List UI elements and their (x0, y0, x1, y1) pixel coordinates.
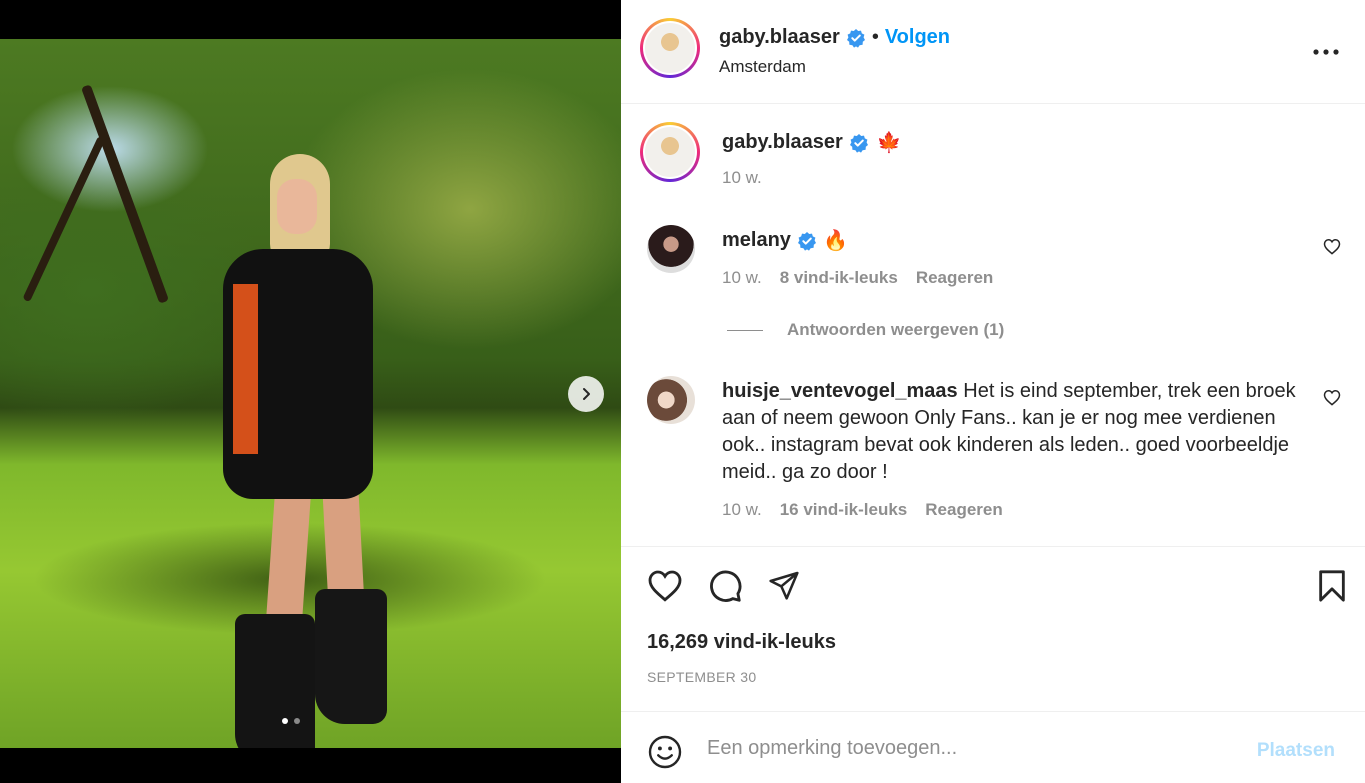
view-replies-button[interactable]: Antwoorden weergeven (1) (727, 320, 1004, 340)
comment-bubble-icon (710, 570, 742, 602)
carousel-next-button[interactable] (568, 376, 604, 412)
emoji-button[interactable] (647, 734, 683, 775)
caption-avatar[interactable] (640, 122, 700, 182)
author-username[interactable]: gaby.blaaser (719, 26, 840, 49)
caption-username[interactable]: gaby.blaaser (722, 131, 843, 154)
tree-branch (80, 84, 170, 304)
post-date[interactable]: SEPTEMBER 30 (647, 669, 756, 685)
more-horizontal-icon (1313, 49, 1339, 55)
tree-branch (22, 135, 106, 303)
view-replies-label: Antwoorden weergeven (1) (787, 320, 1005, 339)
caption-time[interactable]: 10 w. (722, 168, 762, 188)
comment-avatar[interactable] (647, 225, 695, 273)
photo-subject (215, 154, 387, 748)
paper-plane-icon (769, 571, 799, 600)
header-separator: • (871, 26, 879, 48)
share-button[interactable] (767, 569, 801, 606)
post-likes[interactable]: 16,269 vind-ik-leuks (647, 631, 836, 654)
comment-meta: 10 w. 16 vind-ik-leuks Reageren (722, 500, 1003, 520)
carousel-dot (294, 718, 300, 724)
post-location[interactable]: Amsterdam (719, 57, 806, 77)
heart-icon (1323, 238, 1341, 255)
verified-badge-icon (797, 231, 816, 251)
comment-likes[interactable]: 16 vind-ik-leuks (780, 500, 908, 520)
comment-button[interactable] (707, 568, 743, 609)
save-button[interactable] (1317, 569, 1347, 608)
chevron-right-icon (583, 388, 590, 400)
comment-time[interactable]: 10 w. (722, 500, 762, 520)
comment-row: melany 🔥 (722, 228, 848, 253)
comment-text: 🔥 (822, 230, 848, 252)
post-comment-button[interactable]: Plaatsen (1257, 740, 1335, 762)
instagram-post: gaby.blaaser • Volgen Amsterdam gaby.bla… (0, 0, 1365, 783)
post-media (0, 0, 621, 783)
comment-username[interactable]: huisje_ventevogel_maas (722, 380, 958, 402)
post-header: gaby.blaaser • Volgen Amsterdam (621, 0, 1365, 104)
caption-row: gaby.blaaser 🍁 (722, 130, 902, 155)
comment-meta: 10 w. 8 vind-ik-leuks Reageren (722, 268, 993, 288)
reply-button[interactable]: Reageren (916, 268, 993, 288)
comment-avatar[interactable] (647, 376, 695, 424)
comment-body: huisje_ventevogel_maas Het is eind septe… (722, 378, 1312, 486)
like-button[interactable] (647, 569, 683, 607)
verified-badge-icon (846, 28, 865, 48)
carousel-dot-active (282, 718, 288, 724)
heart-icon (648, 570, 682, 602)
emoji-smiley-icon (648, 735, 682, 769)
comment-username[interactable]: melany (722, 229, 791, 252)
add-comment-bar: Plaatsen (621, 711, 1365, 783)
more-options-button[interactable] (1313, 42, 1339, 60)
comment-likes[interactable]: 8 vind-ik-leuks (780, 268, 898, 288)
replies-divider (727, 329, 763, 331)
bookmark-icon (1319, 570, 1345, 602)
like-comment-button[interactable] (1323, 389, 1341, 411)
reply-button[interactable]: Reageren (925, 500, 1002, 520)
heart-icon (1323, 389, 1341, 406)
follow-button[interactable]: Volgen (885, 26, 950, 49)
post-panel: gaby.blaaser • Volgen Amsterdam gaby.bla… (621, 0, 1365, 783)
post-actions: 16,269 vind-ik-leuks SEPTEMBER 30 (621, 546, 1365, 711)
verified-badge-icon (849, 133, 868, 153)
comment-input[interactable] (707, 734, 1247, 762)
like-comment-button[interactable] (1323, 238, 1341, 260)
carousel-indicator (282, 718, 300, 724)
caption-text: 🍁 (876, 132, 902, 154)
header-title-row: gaby.blaaser • Volgen (719, 26, 950, 49)
author-avatar[interactable] (640, 18, 700, 78)
post-photo[interactable] (0, 39, 621, 748)
comment-time[interactable]: 10 w. (722, 268, 762, 288)
